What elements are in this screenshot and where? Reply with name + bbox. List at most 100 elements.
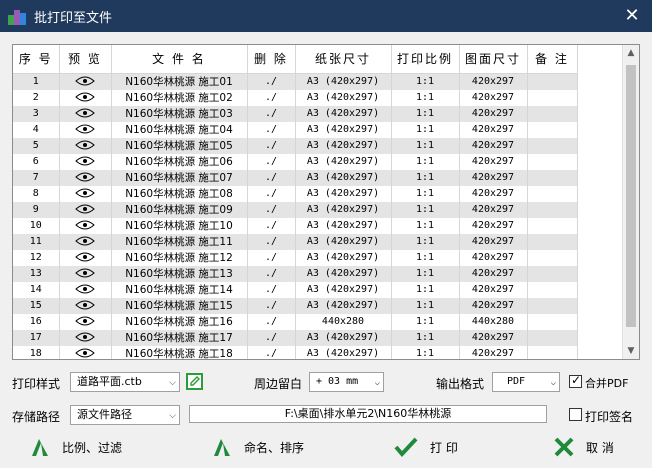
scroll-down-icon[interactable]: ▼ xyxy=(623,343,639,359)
delete-mark[interactable]: ./ xyxy=(247,313,296,330)
margin-select[interactable]: + 03 mm ⌵ xyxy=(309,372,384,392)
table-row[interactable]: 9 N160华林桃源 施工09 ./A3 (420x297) 1:1 420x297 xyxy=(13,201,578,218)
column-header[interactable]: 删 除 xyxy=(247,45,296,74)
print-button[interactable]: 打 印 xyxy=(394,432,458,462)
table-row[interactable]: 15 N160华林桃源 施工15 ./A3 (420x297) 1:1 420x297 xyxy=(13,297,578,314)
drawing-size: 420x297 xyxy=(459,281,528,298)
checkmark-icon xyxy=(394,437,418,457)
table-row[interactable]: 6 N160华林桃源 施工06 ./A3 (420x297) 1:1 420x297 xyxy=(13,153,578,170)
delete-mark[interactable]: ./ xyxy=(247,233,296,250)
preview-eye-icon[interactable] xyxy=(59,73,112,90)
remark xyxy=(527,217,578,234)
table-row[interactable]: 8 N160华林桃源 施工08 ./A3 (420x297) 1:1 420x297 xyxy=(13,185,578,202)
preview-eye-icon[interactable] xyxy=(59,265,112,282)
delete-mark[interactable]: ./ xyxy=(247,185,296,202)
table-row[interactable]: 16 N160华林桃源 施工16 ./440x280 1:1 440x280 xyxy=(13,313,578,330)
row-number: 6 xyxy=(13,153,60,170)
column-header[interactable]: 图面尺寸 xyxy=(459,45,528,74)
scroll-thumb[interactable] xyxy=(626,65,636,327)
name-sort-button[interactable]: 命名、排序 xyxy=(212,432,304,462)
table-row[interactable]: 5 N160华林桃源 施工05 ./A3 (420x297) 1:1 420x297 xyxy=(13,137,578,154)
file-name: N160华林桃源 施工14 xyxy=(111,281,248,298)
delete-mark[interactable]: ./ xyxy=(247,137,296,154)
preview-eye-icon[interactable] xyxy=(59,105,112,122)
merge-pdf-checkbox[interactable]: ✓ xyxy=(569,373,582,388)
delete-mark[interactable]: ./ xyxy=(247,105,296,122)
preview-eye-icon[interactable] xyxy=(59,345,112,359)
delete-mark[interactable]: ./ xyxy=(247,281,296,298)
delete-mark[interactable]: ./ xyxy=(247,297,296,314)
cancel-button[interactable]: 取 消 xyxy=(554,432,614,462)
column-header[interactable]: 纸张尺寸 xyxy=(295,45,392,74)
delete-mark[interactable]: ./ xyxy=(247,73,296,90)
column-header[interactable]: 序 号 xyxy=(13,45,60,74)
delete-mark[interactable]: ./ xyxy=(247,153,296,170)
table-row[interactable]: 1 N160华林桃源 施工01 ./A3 (420x297) 1:1 420x297 xyxy=(13,73,578,90)
preview-eye-icon[interactable] xyxy=(59,169,112,186)
table-row[interactable]: 17 N160华林桃源 施工17 ./A3 (420x297) 1:1 420x297 xyxy=(13,329,578,346)
table-row[interactable]: 12 N160华林桃源 施工12 ./A3 (420x297) 1:1 420x297 xyxy=(13,249,578,266)
file-name: N160华林桃源 施工08 xyxy=(111,185,248,202)
preview-eye-icon[interactable] xyxy=(59,329,112,346)
delete-mark[interactable]: ./ xyxy=(247,217,296,234)
row-number: 1 xyxy=(13,73,60,90)
paper-size: A3 (420x297) xyxy=(295,121,392,138)
column-header[interactable]: 打印比例 xyxy=(391,45,460,74)
drawing-size: 420x297 xyxy=(459,121,528,138)
vertical-scrollbar[interactable]: ▲ ▼ xyxy=(622,45,639,359)
drawing-size: 420x297 xyxy=(459,233,528,250)
preview-eye-icon[interactable] xyxy=(59,201,112,218)
print-style-select[interactable]: 道路平面.ctb ⌵ xyxy=(70,372,180,392)
close-icon[interactable]: ✕ xyxy=(620,4,644,28)
file-list-panel: 序 号预 览文 件 名删 除纸张尺寸 打印比例 图面尺寸备 注 1 N160华林桃源 … xyxy=(12,44,640,360)
output-path-field[interactable]: F:\桌面\排水单元2\N160华林桃源 xyxy=(189,405,547,423)
row-number: 11 xyxy=(13,233,60,250)
scale-filter-button[interactable]: 比例、过滤 xyxy=(30,432,122,462)
table-row[interactable]: 11 N160华林桃源 施工11 ./A3 (420x297) 1:1 420x297 xyxy=(13,233,578,250)
table-row[interactable]: 7 N160华林桃源 施工07 ./A3 (420x297) 1:1 420x297 xyxy=(13,169,578,186)
delete-mark[interactable]: ./ xyxy=(247,345,296,359)
delete-mark[interactable]: ./ xyxy=(247,89,296,106)
preview-eye-icon[interactable] xyxy=(59,121,112,138)
table-row[interactable]: 2 N160华林桃源 施工02 ./A3 (420x297) 1:1 420x297 xyxy=(13,89,578,106)
column-header[interactable]: 预 览 xyxy=(59,45,112,74)
edit-style-icon[interactable] xyxy=(186,373,203,390)
row-number: 18 xyxy=(13,345,60,359)
preview-eye-icon[interactable] xyxy=(59,185,112,202)
scroll-up-icon[interactable]: ▲ xyxy=(623,45,639,61)
delete-mark[interactable]: ./ xyxy=(247,121,296,138)
delete-mark[interactable]: ./ xyxy=(247,201,296,218)
paper-size: A3 (420x297) xyxy=(295,89,392,106)
print-scale: 1:1 xyxy=(391,297,460,314)
table-row[interactable]: 10 N160华林桃源 施工10 ./A3 (420x297) 1:1 420x297 xyxy=(13,217,578,234)
margin-label: 周边留白 xyxy=(254,377,303,391)
remark xyxy=(527,185,578,202)
preview-eye-icon[interactable] xyxy=(59,137,112,154)
preview-eye-icon[interactable] xyxy=(59,217,112,234)
delete-mark[interactable]: ./ xyxy=(247,329,296,346)
preview-eye-icon[interactable] xyxy=(59,89,112,106)
storage-path-select[interactable]: 源文件路径 ⌵ xyxy=(70,405,180,425)
output-format-label: 输出格式 xyxy=(436,377,485,391)
file-name: N160华林桃源 施工03 xyxy=(111,105,248,122)
output-format-select[interactable]: PDF ⌵ xyxy=(492,372,560,392)
preview-eye-icon[interactable] xyxy=(59,281,112,298)
delete-mark[interactable]: ./ xyxy=(247,265,296,282)
preview-eye-icon[interactable] xyxy=(59,313,112,330)
print-scale: 1:1 xyxy=(391,185,460,202)
table-row[interactable]: 14 N160华林桃源 施工14 ./A3 (420x297) 1:1 420x297 xyxy=(13,281,578,298)
table-row[interactable]: 13 N160华林桃源 施工13 ./A3 (420x297) 1:1 420x297 xyxy=(13,265,578,282)
preview-eye-icon[interactable] xyxy=(59,249,112,266)
delete-mark[interactable]: ./ xyxy=(247,249,296,266)
table-row[interactable]: 3 N160华林桃源 施工03 ./A3 (420x297) 1:1 420x297 xyxy=(13,105,578,122)
print-sign-checkbox[interactable] xyxy=(569,408,582,421)
delete-mark[interactable]: ./ xyxy=(247,169,296,186)
preview-eye-icon[interactable] xyxy=(59,297,112,314)
column-header[interactable]: 文 件 名 xyxy=(111,45,248,74)
table-row[interactable]: 18 N160华林桃源 施工18 ./A3 (420x297) 1:1 420x297 xyxy=(13,345,578,359)
paper-size: A3 (420x297) xyxy=(295,233,392,250)
preview-eye-icon[interactable] xyxy=(59,233,112,250)
preview-eye-icon[interactable] xyxy=(59,153,112,170)
table-row[interactable]: 4 N160华林桃源 施工04 ./A3 (420x297) 1:1 420x297 xyxy=(13,121,578,138)
column-header[interactable]: 备 注 xyxy=(527,45,578,74)
